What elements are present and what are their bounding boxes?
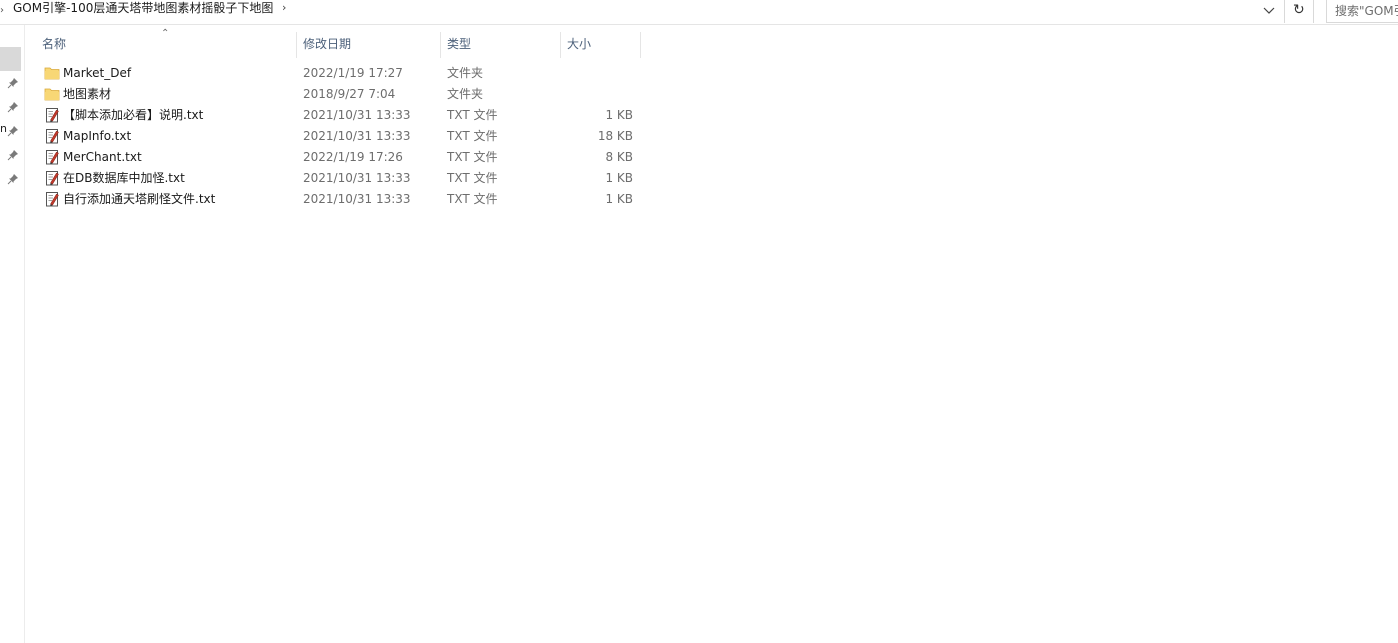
file-row[interactable]: MerChant.txt 2022/1/19 17:26 TXT 文件 8 KB: [36, 147, 641, 168]
search-input[interactable]: [1335, 2, 1398, 20]
breadcrumb-chevron-right-icon[interactable]: ›: [282, 2, 292, 14]
breadcrumb-current-folder[interactable]: GOM引擎-100层通天塔带地图素材摇骰子下地图: [13, 0, 273, 16]
text-file-icon: [44, 149, 60, 165]
file-modified-date: 2021/10/31 13:33: [303, 171, 411, 185]
file-type: TXT 文件: [447, 129, 498, 143]
file-name: MerChant.txt: [63, 150, 142, 164]
pin-icon[interactable]: [7, 101, 19, 113]
file-size: [561, 63, 633, 84]
navigation-pane: n: [0, 25, 25, 643]
text-file-icon: [44, 170, 60, 186]
pin-icon[interactable]: [7, 173, 19, 185]
file-type: TXT 文件: [447, 108, 498, 122]
file-modified-date: 2022/1/19 17:27: [303, 66, 403, 80]
refresh-icon: ↻: [1293, 2, 1305, 18]
file-modified-date: 2021/10/31 13:33: [303, 108, 411, 122]
file-modified-date: 2022/1/19 17:26: [303, 150, 403, 164]
text-file-icon: [44, 107, 60, 123]
nav-item-label-partial: n: [0, 122, 7, 135]
file-size: 8 KB: [605, 150, 633, 164]
address-bar[interactable]: › GOM引擎-100层通天塔带地图素材摇骰子下地图 ›: [0, 0, 1282, 23]
folder-icon: [44, 65, 60, 81]
chevron-down-icon: [1263, 7, 1275, 14]
column-header-size[interactable]: 大小: [561, 32, 641, 58]
column-header-row: ⌃ 名称 修改日期 类型 大小: [36, 29, 641, 58]
file-name: 自行添加通天塔刷怪文件.txt: [63, 192, 216, 206]
pin-icon[interactable]: [7, 149, 19, 161]
file-name: Market_Def: [63, 66, 132, 80]
file-name: 在DB数据库中加怪.txt: [63, 171, 185, 185]
column-header-name[interactable]: 名称: [36, 32, 297, 58]
nav-item-selected[interactable]: [0, 47, 21, 71]
file-size: 18 KB: [597, 129, 633, 143]
file-size: [561, 84, 633, 105]
file-row[interactable]: 在DB数据库中加怪.txt 2021/10/31 13:33 TXT 文件 1 …: [36, 168, 641, 189]
file-type: 文件夹: [447, 87, 484, 101]
file-row[interactable]: 地图素材 2018/9/27 7:04 文件夹: [36, 84, 641, 105]
file-size: 1 KB: [605, 108, 633, 122]
file-type: 文件夹: [447, 66, 484, 80]
breadcrumb-chevron-icon[interactable]: ›: [0, 5, 8, 17]
file-size: 1 KB: [605, 192, 633, 206]
file-name: MapInfo.txt: [63, 129, 132, 143]
text-file-icon: [44, 128, 60, 144]
address-bar-row: › GOM引擎-100层通天塔带地图素材摇骰子下地图 › ↻: [0, 0, 1398, 25]
file-row[interactable]: 自行添加通天塔刷怪文件.txt 2021/10/31 13:33 TXT 文件 …: [36, 189, 641, 210]
text-file-icon: [44, 191, 60, 207]
file-list: Market_Def 2022/1/19 17:27 文件夹 地图素材 2018…: [36, 63, 641, 210]
file-type: TXT 文件: [447, 171, 498, 185]
file-size: 1 KB: [605, 171, 633, 185]
folder-icon: [44, 86, 60, 102]
file-row[interactable]: MapInfo.txt 2021/10/31 13:33 TXT 文件 18 K…: [36, 126, 641, 147]
refresh-button[interactable]: ↻: [1284, 0, 1314, 23]
file-explorer-window: › GOM引擎-100层通天塔带地图素材摇骰子下地图 › ↻ n: [0, 0, 1398, 643]
file-modified-date: 2021/10/31 13:33: [303, 129, 411, 143]
address-history-button[interactable]: [1256, 0, 1281, 23]
file-type: TXT 文件: [447, 192, 498, 206]
pin-icon[interactable]: [7, 77, 19, 89]
search-box[interactable]: [1326, 0, 1398, 23]
file-modified-date: 2018/9/27 7:04: [303, 87, 396, 101]
file-name: 【脚本添加必看】说明.txt: [63, 108, 204, 122]
column-header-type[interactable]: 类型: [441, 32, 561, 58]
column-header-date[interactable]: 修改日期: [297, 32, 441, 58]
file-row[interactable]: 【脚本添加必看】说明.txt 2021/10/31 13:33 TXT 文件 1…: [36, 105, 641, 126]
file-modified-date: 2021/10/31 13:33: [303, 192, 411, 206]
pin-icon[interactable]: [7, 125, 19, 137]
file-type: TXT 文件: [447, 150, 498, 164]
file-name: 地图素材: [63, 87, 112, 101]
file-row[interactable]: Market_Def 2022/1/19 17:27 文件夹: [36, 63, 641, 84]
